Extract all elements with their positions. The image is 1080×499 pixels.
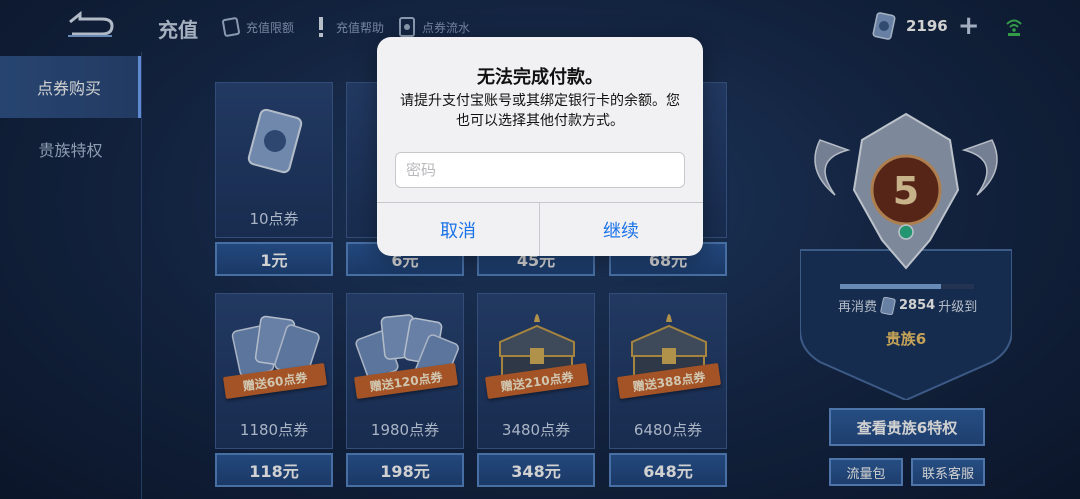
cancel-button[interactable]: 取消 (377, 203, 539, 256)
dialog-message: 请提升支付宝账号或其绑定银行卡的余额。您也可以选择其他付款方式。 (400, 93, 680, 129)
dialog-title: 无法完成付款。 (477, 67, 603, 88)
continue-button[interactable]: 继续 (540, 203, 702, 256)
password-field[interactable] (395, 152, 685, 188)
payment-failed-dialog: 无法完成付款。 请提升支付宝账号或其绑定银行卡的余额。您也可以选择其他付款方式。… (377, 37, 703, 256)
